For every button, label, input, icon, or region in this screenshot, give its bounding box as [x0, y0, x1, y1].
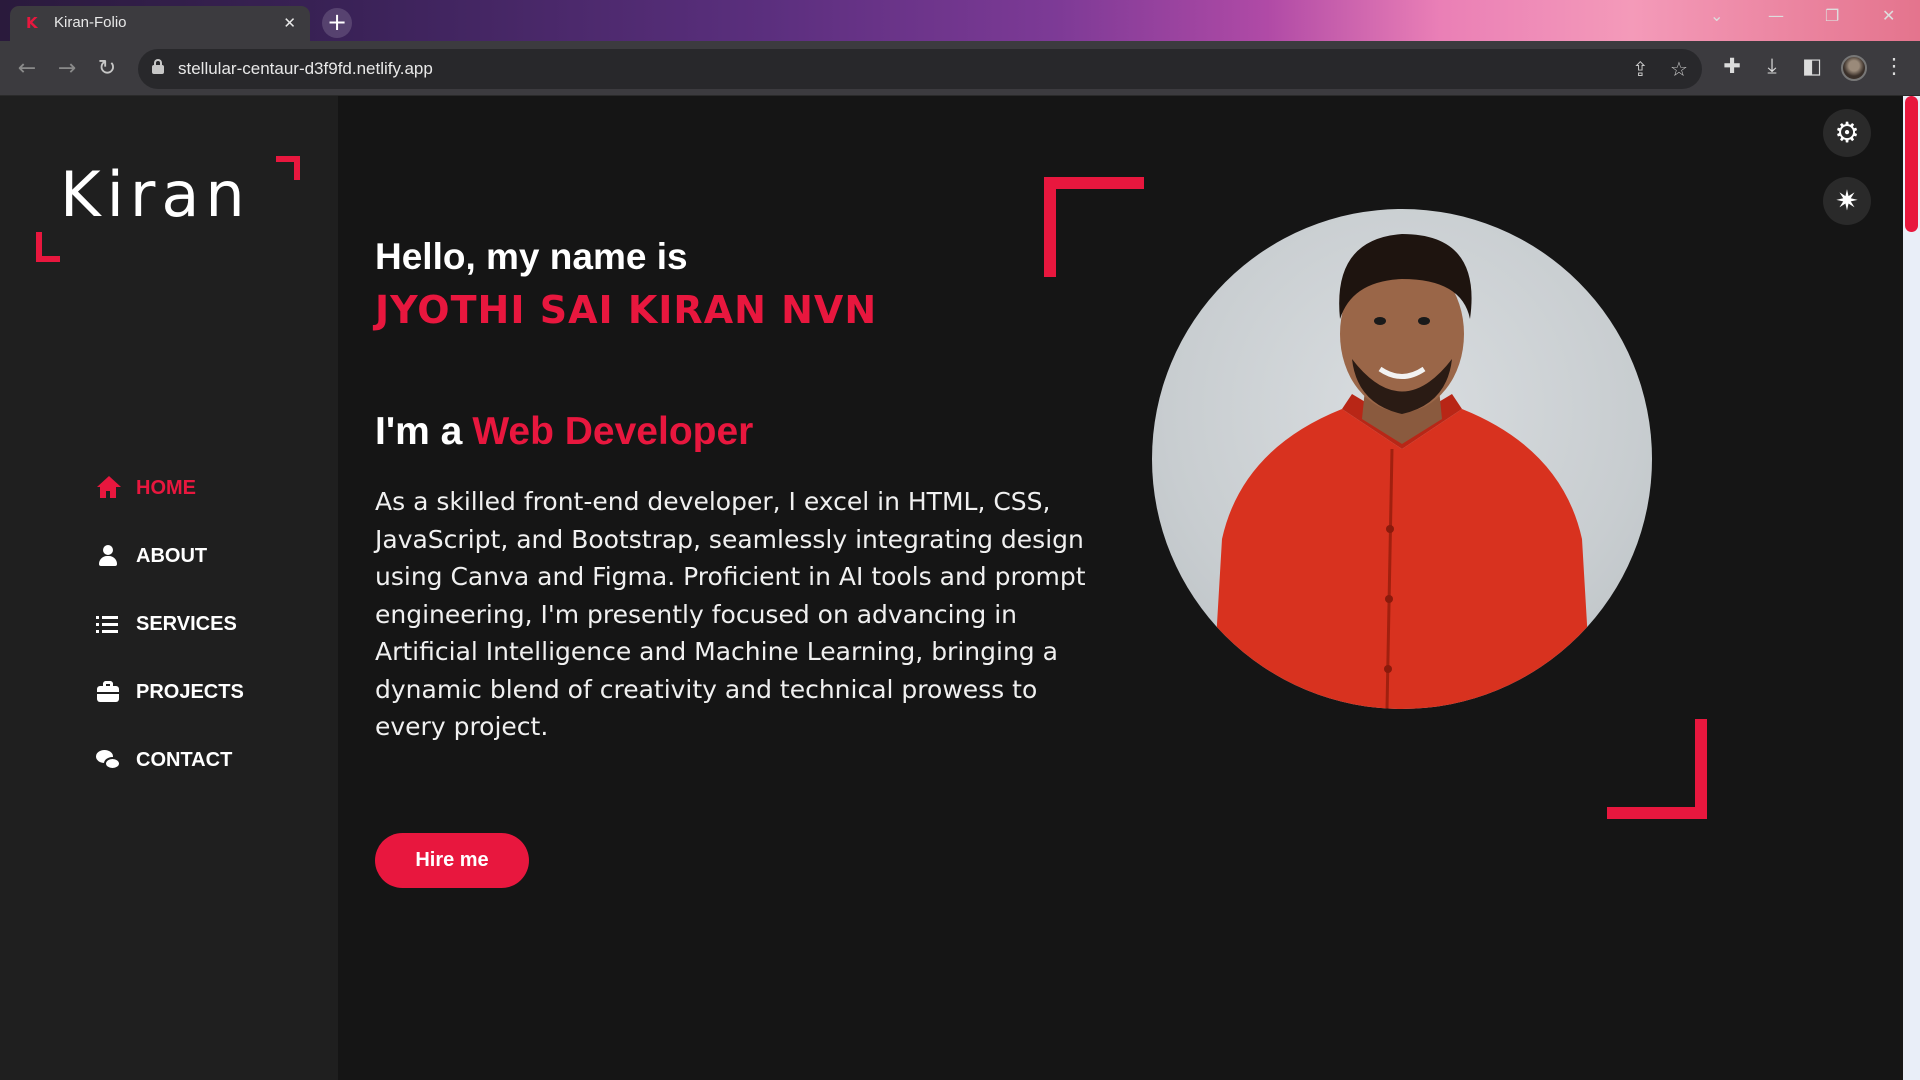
nav-item-about[interactable]: ABOUT	[96, 522, 244, 590]
forward-icon[interactable]: →	[53, 55, 81, 83]
tab-favicon: K	[26, 14, 38, 32]
nav-item-home[interactable]: HOME	[96, 454, 244, 522]
nav-item-projects[interactable]: PROJECTS	[96, 658, 244, 726]
address-bar[interactable]: stellular-centaur-d3f9fd.netlify.app ⇪ ☆	[138, 49, 1702, 89]
nav-item-services[interactable]: SERVICES	[96, 590, 244, 658]
profile-photo-illustration	[1212, 234, 1592, 709]
logo-text: Kiran	[60, 158, 251, 231]
tab-title: Kiran-Folio	[54, 14, 127, 31]
restore-icon[interactable]: ❐	[1825, 6, 1839, 25]
nav-label-contact: CONTACT	[136, 748, 233, 771]
download-icon[interactable]: ⤓	[1758, 54, 1786, 79]
menu-icon[interactable]: ⋮	[1880, 54, 1908, 78]
hire-me-button[interactable]: Hire me	[375, 833, 529, 888]
share-icon[interactable]: ⇪	[1632, 57, 1649, 81]
bio-paragraph: As a skilled front-end developer, I exce…	[375, 487, 1086, 741]
role-prefix: I'm a	[375, 410, 463, 453]
photo-frame-corner-top-left	[1044, 177, 1144, 277]
nav-label-about: ABOUT	[136, 544, 208, 567]
url-text[interactable]: stellular-centaur-d3f9fd.netlify.app	[178, 59, 433, 79]
site-logo[interactable]: Kiran	[36, 156, 304, 262]
browser-titlebar: K Kiran-Folio ✕ + ⌄ — ❐ ✕	[0, 0, 1920, 41]
profile-photo	[1152, 209, 1652, 709]
nav-label-projects: PROJECTS	[136, 680, 244, 703]
nav-label-home: HOME	[136, 476, 196, 499]
portfolio-page: Kiran HOME ABOUT SERVICES PROJECTS CONTA…	[0, 96, 1920, 1080]
settings-gear-icon[interactable]: ⚙	[1823, 109, 1871, 157]
nav-item-contact[interactable]: CONTACT	[96, 726, 244, 794]
chat-icon	[96, 748, 121, 772]
home-icon	[96, 476, 121, 500]
greeting: Hello, my name is	[375, 236, 688, 277]
side-panel-icon[interactable]: ◧	[1798, 54, 1826, 78]
role-text: Web Developer	[472, 410, 754, 453]
close-window-icon[interactable]: ✕	[1882, 6, 1895, 25]
user-icon	[96, 544, 120, 568]
browser-toolbar: ← → ↻ stellular-centaur-d3f9fd.netlify.a…	[0, 41, 1920, 96]
tab-search-icon[interactable]: ⌄	[1710, 6, 1723, 25]
scrollbar-thumb[interactable]	[1905, 96, 1918, 232]
new-tab-button[interactable]: +	[322, 8, 352, 38]
lock-icon[interactable]	[152, 59, 164, 74]
nav-label-services: SERVICES	[136, 612, 237, 635]
photo-frame-corner-bottom-right	[1607, 719, 1707, 819]
sidebar: Kiran HOME ABOUT SERVICES PROJECTS CONTA…	[0, 96, 338, 1080]
reload-icon[interactable]: ↻	[93, 55, 121, 83]
extensions-icon[interactable]: ✚	[1718, 54, 1746, 78]
role-line: I'm a Web Developer	[375, 410, 753, 454]
main-nav: HOME ABOUT SERVICES PROJECTS CONTACT	[96, 454, 244, 794]
profile-avatar[interactable]	[1841, 55, 1867, 81]
full-name: JYOTHI SAI KIRAN NVN	[375, 288, 878, 332]
bookmark-star-icon[interactable]: ☆	[1670, 57, 1688, 81]
tab-close-icon[interactable]: ✕	[283, 14, 296, 32]
logo-corner-top-right	[276, 156, 300, 180]
back-icon[interactable]: ←	[13, 55, 41, 83]
theme-toggle-sun-icon[interactable]: ✷	[1823, 177, 1871, 225]
logo-corner-bottom-left	[36, 232, 60, 262]
list-icon	[96, 612, 120, 636]
minimize-icon[interactable]: —	[1768, 6, 1784, 25]
browser-tab[interactable]: K Kiran-Folio ✕	[10, 6, 310, 41]
scrollbar[interactable]	[1903, 96, 1920, 1080]
briefcase-icon	[96, 680, 120, 704]
